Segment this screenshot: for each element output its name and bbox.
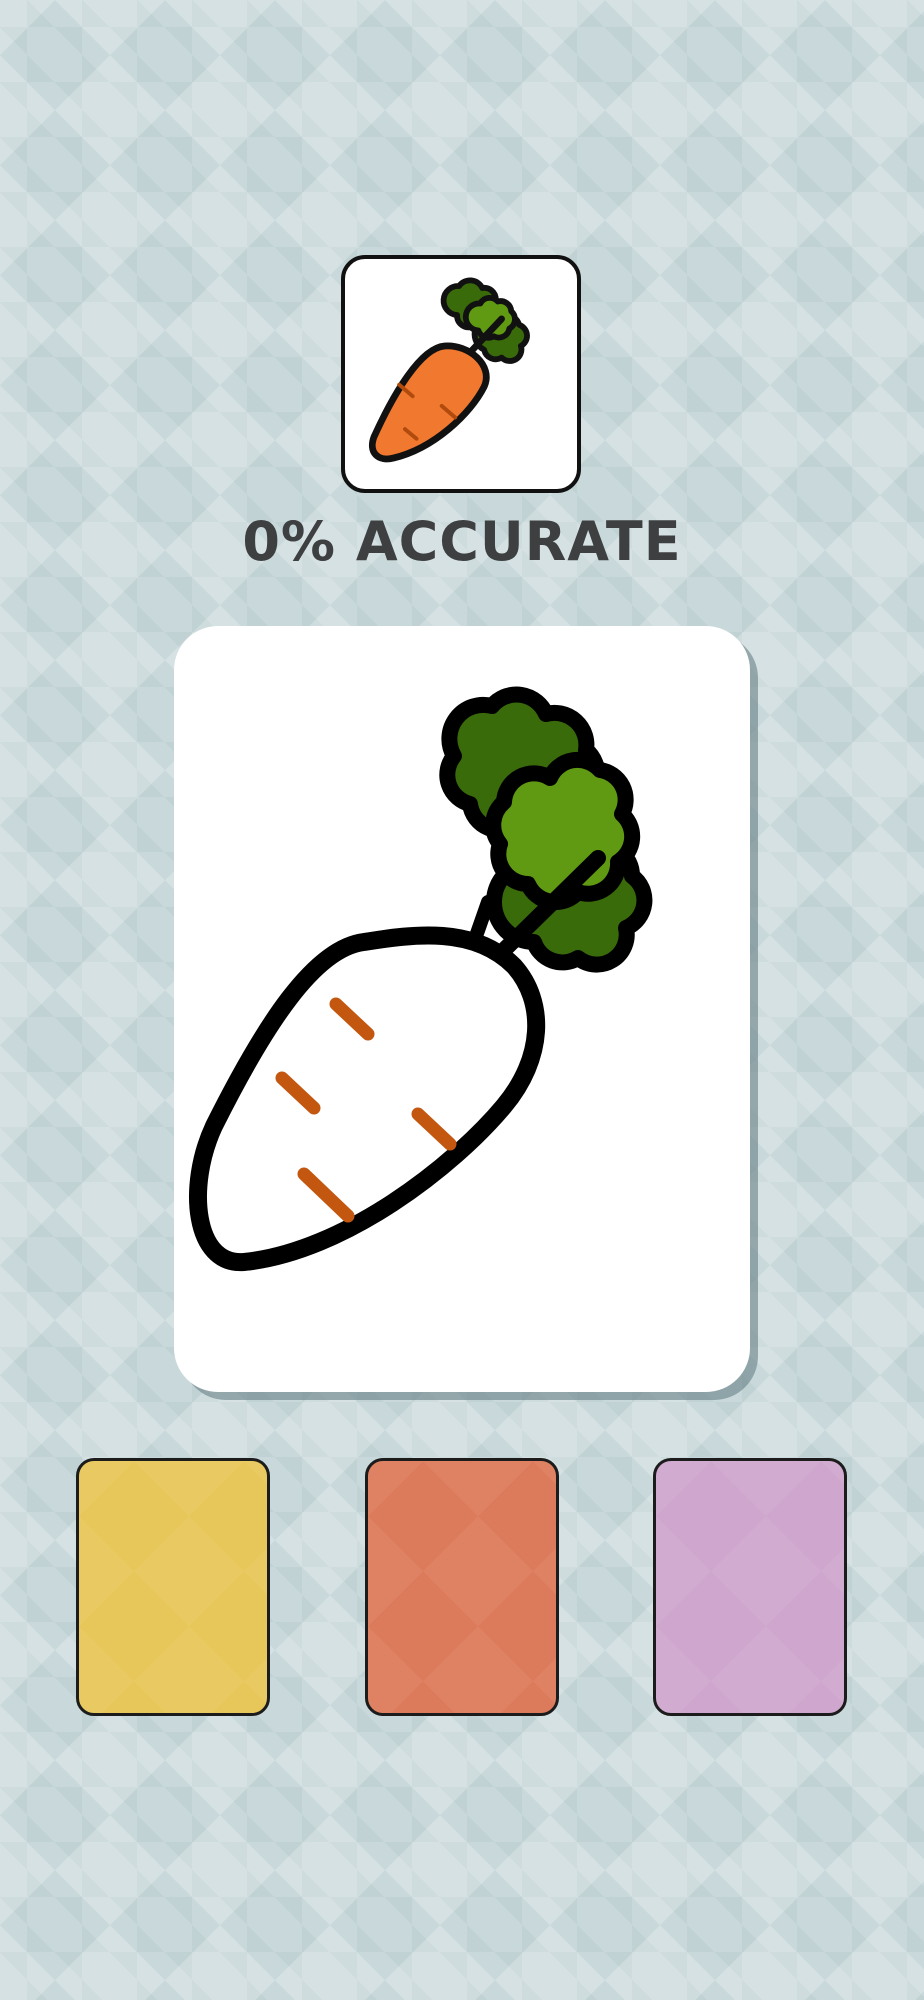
color-swatch-lilac[interactable] (653, 1458, 847, 1716)
reference-image-card (341, 255, 581, 493)
color-swatch-orange[interactable] (365, 1458, 559, 1716)
color-swatch-yellow[interactable] (76, 1458, 270, 1716)
carrot-outline-icon (189, 686, 653, 1272)
accuracy-label: 0% ACCURATE (242, 510, 682, 573)
carrot-icon (369, 277, 530, 463)
coloring-canvas[interactable] (174, 626, 750, 1392)
